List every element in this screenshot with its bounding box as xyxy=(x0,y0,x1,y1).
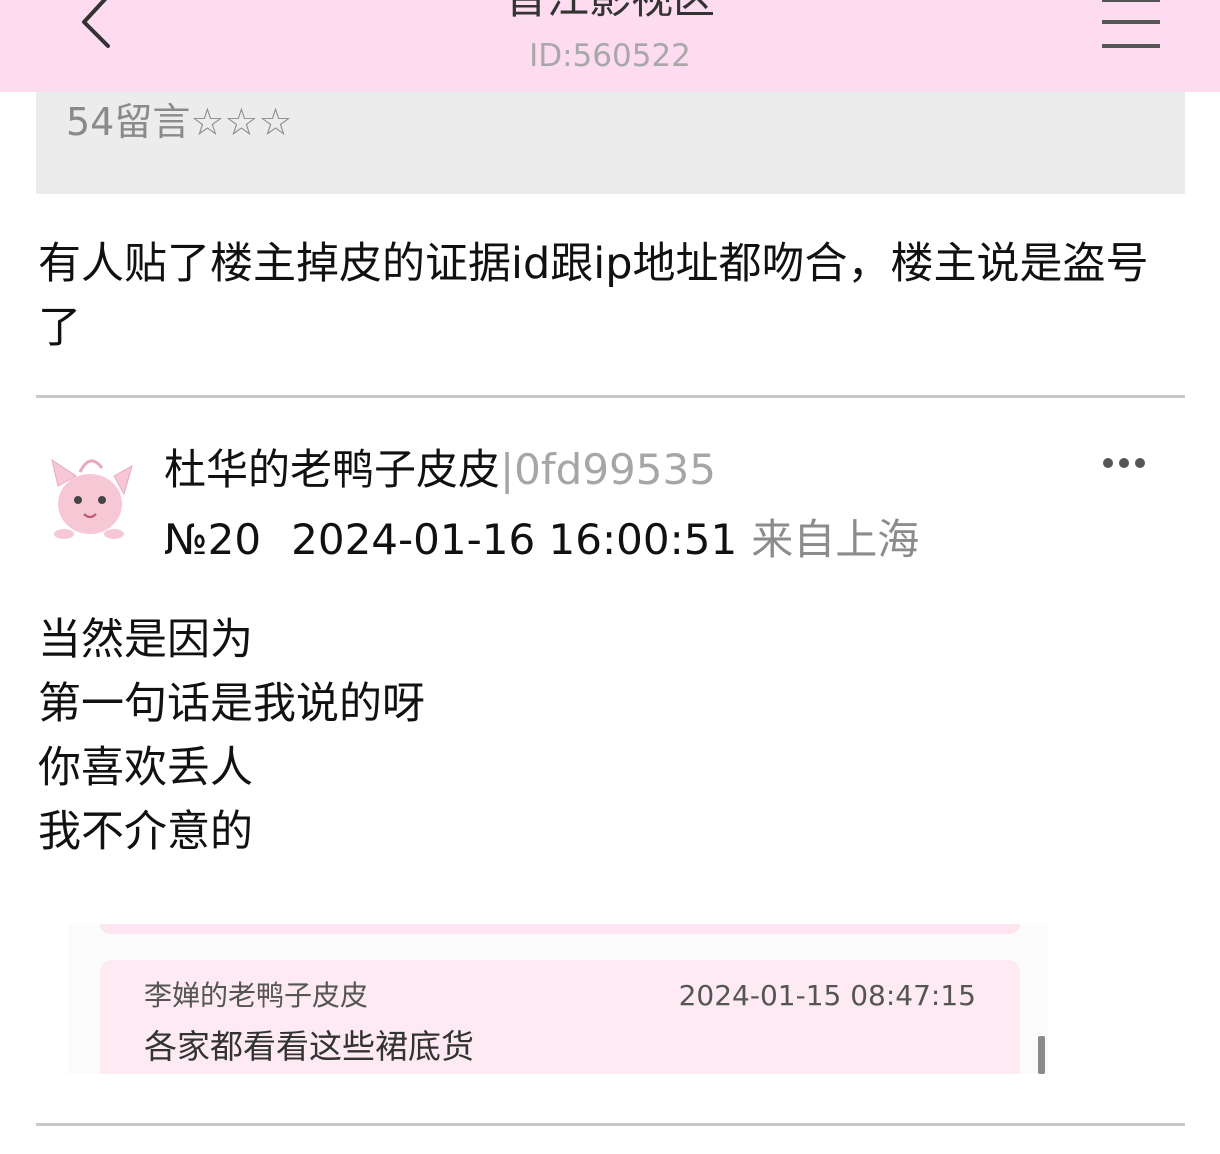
top-bar: 晋江影视区 ID:560522 xyxy=(0,0,1220,92)
forum-id: ID:560522 xyxy=(529,38,691,74)
scrollbar-thumb[interactable] xyxy=(1038,1036,1045,1074)
reply-timestamp: 2024-01-16 16:00:51 xyxy=(291,515,738,564)
username[interactable]: 杜华的老鸭子皮皮 xyxy=(164,445,500,494)
quoted-reply-timestamp: 2024-01-15 08:47:15 xyxy=(678,979,976,1012)
quoted-reply-username: 李婵的老鸭子皮皮 xyxy=(144,979,369,1012)
reply-meta: №20 2024-01-16 16:00:51 来自上海 xyxy=(164,510,919,570)
menu-button[interactable] xyxy=(1098,0,1164,56)
floor-number: №20 xyxy=(164,515,262,564)
more-options-button[interactable] xyxy=(1100,450,1150,476)
post-body: 有人贴了楼主掉皮的证据id跟ip地址都吻合，楼主说是盗号了 xyxy=(38,239,1149,353)
quoted-reply-card[interactable]: 李婵的老鸭子皮皮 2024-01-15 08:47:15 各家都看看这些裙底货 xyxy=(100,960,1020,1074)
hamburger-menu-icon xyxy=(1102,0,1160,48)
reply-body: 当然是因为 第一句话是我说的呀 你喜欢丢人 我不介意的 xyxy=(38,608,425,864)
more-options-icon xyxy=(1103,458,1145,468)
reply-author: 杜华的老鸭子皮皮|0fd99535 xyxy=(164,440,716,500)
reply-line: 你喜欢丢人 xyxy=(38,743,253,793)
quoted-reply-text: 各家都看看这些裙底货 xyxy=(144,1027,474,1066)
reply-line: 第一句话是我说的呀 xyxy=(38,679,425,729)
divider xyxy=(36,395,1185,398)
avatar-icon xyxy=(51,458,133,539)
user-id: |0fd99535 xyxy=(500,445,716,494)
reply-line: 当然是因为 xyxy=(38,615,253,665)
quoted-replies-panel[interactable]: 李婵的老鸭子皮皮 2024-01-15 08:47:15 各家都看看这些裙底货 xyxy=(68,924,1048,1074)
quoted-post-text: 54留言☆☆☆ xyxy=(66,100,293,144)
avatar[interactable] xyxy=(44,446,136,542)
reply-line: 我不介意的 xyxy=(38,807,253,857)
quoted-post[interactable]: 54留言☆☆☆ xyxy=(36,92,1185,194)
reply-location: 来自上海 xyxy=(751,515,920,564)
divider xyxy=(36,1123,1185,1126)
page-title: 晋江影视区 xyxy=(0,0,1220,24)
previous-quote-card-edge xyxy=(100,924,1020,934)
